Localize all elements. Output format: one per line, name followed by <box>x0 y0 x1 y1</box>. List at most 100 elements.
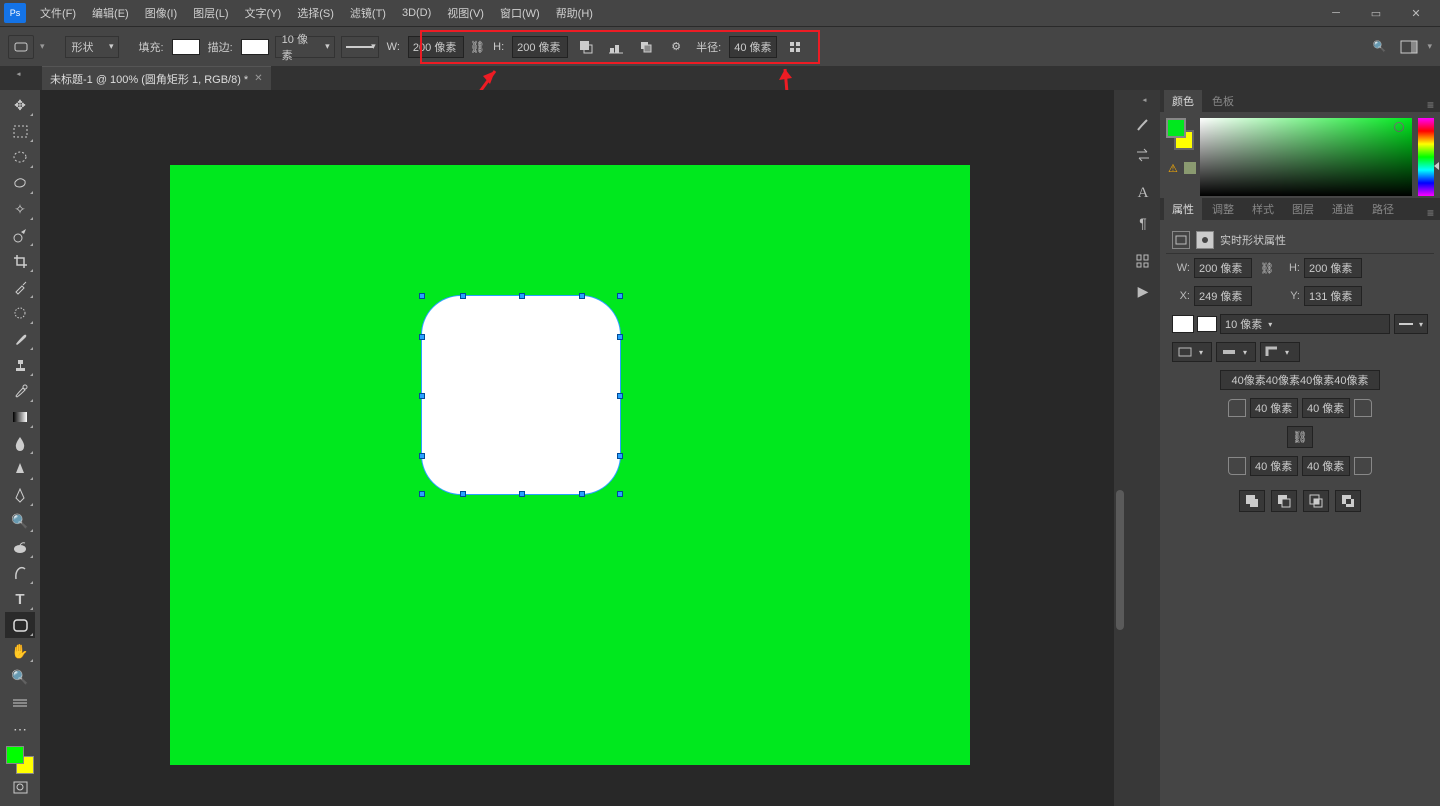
dock-paragraph-icon[interactable]: ¶ <box>1129 210 1157 236</box>
tab-properties[interactable]: 属性 <box>1164 198 1202 220</box>
move-tool[interactable]: ✥ <box>5 92 35 118</box>
prop-radius-tr[interactable] <box>1302 398 1350 418</box>
shape-mode-select[interactable]: 形状 <box>65 36 119 58</box>
pathop-subtract-icon[interactable] <box>1271 490 1297 512</box>
pathop-exclude-icon[interactable] <box>1335 490 1361 512</box>
link-wh-icon[interactable]: ⛓ <box>470 40 485 54</box>
stroke-swatch[interactable] <box>241 39 269 55</box>
eyedropper-tool[interactable] <box>5 274 35 300</box>
freeform-pen-tool[interactable] <box>5 560 35 586</box>
brush-tool[interactable] <box>5 326 35 352</box>
prop-radius-bl[interactable] <box>1250 456 1298 476</box>
panel-menu-icon[interactable]: ≡ <box>1427 98 1434 112</box>
dock-swap-icon[interactable] <box>1129 142 1157 168</box>
minimize-button[interactable]: ─ <box>1316 1 1356 25</box>
magic-wand-tool[interactable]: ✧ <box>5 196 35 222</box>
tab-paths[interactable]: 路径 <box>1364 198 1402 220</box>
link-radii-icon[interactable]: ⛓ <box>1287 426 1313 448</box>
width-input[interactable] <box>408 36 464 58</box>
tab-layers[interactable]: 图层 <box>1284 198 1322 220</box>
prop-h-input[interactable] <box>1304 258 1362 278</box>
link-wh-icon[interactable]: ⛓ <box>1260 262 1274 275</box>
rounded-rect-shape[interactable] <box>421 295 621 495</box>
path-alignment-icon[interactable] <box>604 36 628 58</box>
pathop-combine-icon[interactable] <box>1239 490 1265 512</box>
close-button[interactable]: ✕ <box>1396 1 1436 25</box>
menu-view[interactable]: 视图(V) <box>439 1 492 25</box>
tab-styles[interactable]: 样式 <box>1244 198 1282 220</box>
menu-select[interactable]: 选择(S) <box>289 1 342 25</box>
prop-radius-tl[interactable] <box>1250 398 1298 418</box>
menu-window[interactable]: 窗口(W) <box>492 1 548 25</box>
hue-slider[interactable] <box>1418 118 1434 196</box>
align-edges-icon[interactable] <box>783 36 807 58</box>
vertical-scrollbar[interactable] <box>1114 90 1126 806</box>
prop-w-input[interactable] <box>1194 258 1252 278</box>
prop-radius-br[interactable] <box>1302 456 1350 476</box>
prop-y-input[interactable] <box>1304 286 1362 306</box>
menu-layer[interactable]: 图层(L) <box>185 1 236 25</box>
fill-swatch[interactable] <box>172 39 200 55</box>
menu-filter[interactable]: 滤镜(T) <box>342 1 394 25</box>
tab-close-icon[interactable]: ✕ <box>254 73 262 84</box>
radius-input[interactable] <box>729 36 777 58</box>
lasso-tool-ellipse[interactable] <box>5 144 35 170</box>
menu-help[interactable]: 帮助(H) <box>548 1 601 25</box>
path-operation-icon[interactable] <box>574 36 598 58</box>
edit-toolbar-icon[interactable] <box>5 690 35 716</box>
quick-mask-icon[interactable] <box>5 774 35 800</box>
menu-image[interactable]: 图像(I) <box>137 1 185 25</box>
tool-preset-icon[interactable] <box>8 35 34 59</box>
stroke-style-select[interactable] <box>341 36 379 58</box>
history-brush-tool[interactable] <box>5 378 35 404</box>
dock-brush-icon[interactable] <box>1129 112 1157 138</box>
menu-file[interactable]: 文件(F) <box>32 1 84 25</box>
blur-tool[interactable] <box>5 430 35 456</box>
tab-swatches[interactable]: 色板 <box>1204 90 1242 112</box>
rect-marquee-tool[interactable] <box>5 118 35 144</box>
document-tab[interactable]: 未标题-1 @ 100% (圆角矩形 1, RGB/8) * ✕ <box>42 66 271 90</box>
prop-stroke-style[interactable] <box>1394 314 1428 334</box>
menu-edit[interactable]: 编辑(E) <box>84 1 137 25</box>
gradient-tool[interactable] <box>5 404 35 430</box>
fg-bg-swatches[interactable] <box>6 746 34 774</box>
smudge-tool[interactable] <box>5 534 35 560</box>
canvas-area[interactable] <box>40 90 1126 806</box>
zoom-tool[interactable]: 🔍 <box>5 664 35 690</box>
pen-tool[interactable] <box>5 482 35 508</box>
menu-type[interactable]: 文字(Y) <box>237 1 290 25</box>
foreground-color-swatch[interactable] <box>6 746 24 764</box>
maximize-button[interactable]: ▭ <box>1356 1 1396 25</box>
workspace-icon[interactable] <box>1397 36 1421 58</box>
quick-select-tool[interactable] <box>5 222 35 248</box>
pathop-intersect-icon[interactable] <box>1303 490 1329 512</box>
prop-stroke-width[interactable]: 10 像素 <box>1220 314 1390 334</box>
document-canvas[interactable] <box>170 165 970 765</box>
gear-icon[interactable]: ⚙ <box>664 36 688 58</box>
menu-3d[interactable]: 3D(D) <box>394 3 439 23</box>
dock-play-icon[interactable]: ▶ <box>1129 278 1157 304</box>
path-arrangement-icon[interactable] <box>634 36 658 58</box>
dock-glyphs-icon[interactable] <box>1129 248 1157 274</box>
lasso-tool[interactable] <box>5 170 35 196</box>
tab-adjustments[interactable]: 调整 <box>1204 198 1242 220</box>
crop-tool[interactable] <box>5 248 35 274</box>
prop-fill-swatch[interactable] <box>1172 315 1194 333</box>
search-icon[interactable]: 🔍 <box>1367 36 1391 58</box>
hand-tool[interactable]: ✋ <box>5 638 35 664</box>
color-field[interactable] <box>1200 118 1412 196</box>
prop-stroke-swatch[interactable] <box>1198 317 1216 331</box>
ellipsis-icon[interactable]: ⋯ <box>5 716 35 742</box>
prop-radii-combined[interactable] <box>1220 370 1380 390</box>
dodge-tool[interactable] <box>5 456 35 482</box>
height-input[interactable] <box>512 36 568 58</box>
stroke-corners-select[interactable] <box>1260 342 1300 362</box>
stamp-tool[interactable] <box>5 352 35 378</box>
zoom-tool2[interactable]: 🔍 <box>5 508 35 534</box>
panel-menu-icon[interactable]: ≡ <box>1427 206 1434 220</box>
stroke-width-select[interactable]: 10 像素 <box>275 36 335 58</box>
spot-heal-tool[interactable] <box>5 300 35 326</box>
tab-channels[interactable]: 通道 <box>1324 198 1362 220</box>
panel-fgbg-swatches[interactable]: ⚠ <box>1166 118 1194 172</box>
dock-character-icon[interactable]: A <box>1129 180 1157 206</box>
